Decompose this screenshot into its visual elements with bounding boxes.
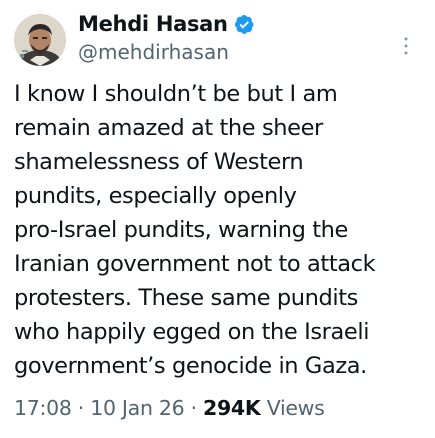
tweet-time[interactable]: 17:08 [14,396,72,420]
meta-separator: · [190,396,198,420]
tweet: Mehdi Hasan @mehdirhasan I know I should… [0,0,435,438]
more-options-icon[interactable] [402,34,410,58]
views-label: Views [266,396,325,420]
author-block: Mehdi Hasan @mehdirhasan [78,10,378,64]
handle[interactable]: @mehdirhasan [78,40,378,64]
meta-separator: · [77,396,85,420]
verified-badge-icon [234,14,255,35]
display-name-row: Mehdi Hasan [78,10,378,38]
display-name[interactable]: Mehdi Hasan [78,12,228,36]
views-count: 294K [203,396,261,420]
tweet-text: I know I shouldn’t be but I am remain am… [14,77,429,383]
tweet-header: Mehdi Hasan @mehdirhasan [14,10,424,70]
tweet-date[interactable]: 10 Jan 26 [90,396,184,420]
tweet-text-line: who happily egged on the Israeli [14,319,370,345]
avatar[interactable] [14,14,66,66]
tweet-text-line: shamelessness of Western [14,149,304,175]
tweet-text-line: Iranian government not to attack [14,251,376,277]
tweet-text-line: I know I shouldn’t be but I am [14,81,338,107]
tweet-text-line: protesters. These same pundits [14,285,359,311]
tweet-text-line: remain amazed at the sheer [14,115,323,141]
tweet-text-line: pro-Israel pundits, warning the [14,217,348,243]
avatar-image [14,14,66,66]
tweet-text-line: pundits, especially openly [14,183,297,209]
tweet-meta: 17:08 · 10 Jan 26 · 294K Views [14,396,325,420]
tweet-text-line: government’s genocide in Gaza. [14,353,367,379]
